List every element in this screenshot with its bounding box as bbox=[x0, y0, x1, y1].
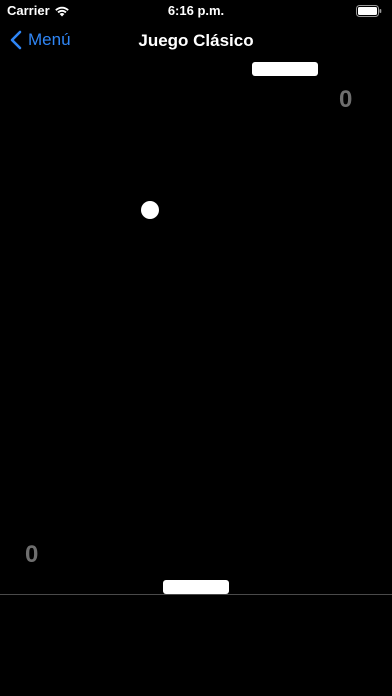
ball bbox=[141, 201, 159, 219]
player-score: 0 bbox=[25, 541, 39, 568]
opponent-paddle bbox=[252, 62, 318, 76]
status-bar: Carrier 6:16 p.m. bbox=[0, 0, 392, 22]
player-paddle[interactable] bbox=[163, 580, 229, 594]
navigation-bar: Menú Juego Clásico bbox=[0, 22, 392, 60]
game-field[interactable]: 0 0 bbox=[0, 60, 392, 696]
field-baseline bbox=[0, 594, 392, 595]
battery-icon bbox=[356, 5, 382, 17]
status-time: 6:16 p.m. bbox=[167, 3, 225, 18]
page-title: Juego Clásico bbox=[138, 31, 254, 50]
opponent-score: 0 bbox=[339, 86, 353, 113]
